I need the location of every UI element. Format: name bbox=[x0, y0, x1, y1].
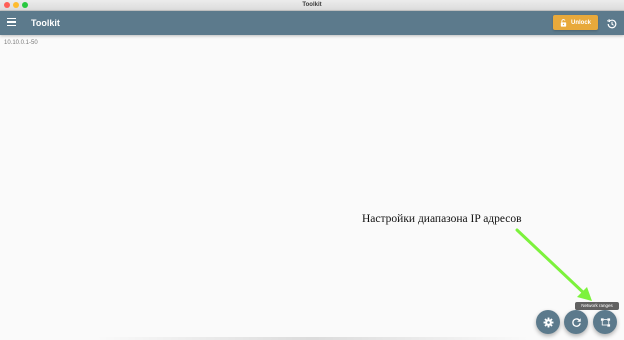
network-ranges-tooltip: Network ranges bbox=[575, 302, 619, 310]
refresh-button[interactable] bbox=[564, 310, 588, 334]
annotation-text: Настройки диапазона IP адресов bbox=[362, 213, 522, 225]
lock-open-icon bbox=[560, 18, 567, 27]
settings-button[interactable] bbox=[536, 310, 560, 334]
app-bar: Toolkit Unlock bbox=[0, 11, 624, 35]
annotation-arrow bbox=[515, 228, 592, 301]
unlock-label: Unlock bbox=[570, 19, 591, 26]
hamburger-menu-icon[interactable] bbox=[7, 18, 17, 28]
app-title: Toolkit bbox=[31, 18, 60, 28]
gear-icon bbox=[543, 317, 553, 327]
unlock-button[interactable]: Unlock bbox=[553, 15, 598, 30]
network-ranges-icon bbox=[600, 317, 610, 327]
refresh-icon bbox=[571, 317, 581, 327]
app-window: Toolkit Toolkit Unlock 10.10.0.1-50 Наст… bbox=[0, 0, 624, 340]
network-ranges-button[interactable] bbox=[593, 310, 617, 334]
window-titlebar: Toolkit bbox=[0, 0, 624, 11]
window-title: Toolkit bbox=[302, 2, 322, 8]
history-icon[interactable] bbox=[606, 17, 618, 29]
network-range-text: 10.10.0.1-50 bbox=[4, 40, 38, 46]
